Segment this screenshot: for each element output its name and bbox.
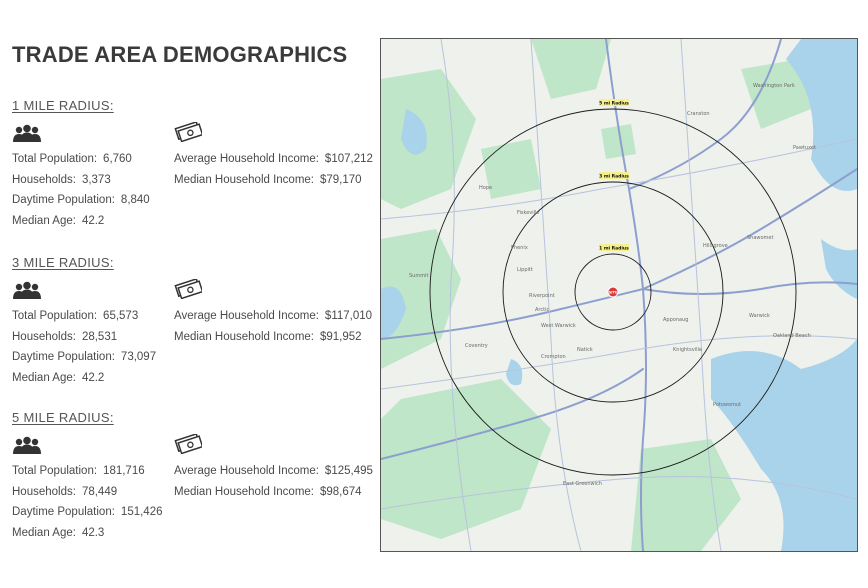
median-age-row: Median Age: 42.2 — [12, 215, 104, 227]
people-group-icon — [13, 281, 41, 299]
stat-label: Average Household Income: — [174, 153, 319, 165]
section-heading: 1 MILE RADIUS: — [12, 98, 114, 113]
money-bills-icon — [174, 122, 202, 142]
stat-value: $125,495 — [324, 465, 373, 477]
place-label: Arctic — [535, 307, 549, 313]
page-title: TRADE AREA DEMOGRAPHICS — [12, 42, 348, 67]
stat-value: 42.2 — [81, 215, 105, 227]
stat-value: 8,840 — [120, 194, 150, 206]
stat-label: Median Age: — [12, 527, 76, 539]
stat-value: $98,674 — [320, 486, 362, 498]
place-label: Summit — [409, 273, 428, 279]
section-heading: 3 MILE RADIUS: — [12, 255, 114, 270]
stat-label: Average Household Income: — [174, 465, 319, 477]
stat-label: Households: — [12, 331, 76, 343]
stat-value: $91,952 — [320, 331, 362, 343]
total-population-row: Total Population: 6,760 — [12, 153, 132, 165]
place-label: Coventry — [465, 343, 488, 349]
place-label: Hillsgrove — [703, 243, 728, 249]
households-row: Households: 28,531 — [12, 331, 117, 343]
total-population-row: Total Population: 181,716 — [12, 465, 145, 477]
stat-value: 65,573 — [103, 310, 139, 322]
place-label: Phenix — [511, 245, 528, 251]
section-heading: 5 MILE RADIUS: — [12, 410, 114, 425]
place-label: West Warwick — [541, 323, 576, 329]
place-label: Natick — [577, 347, 593, 353]
average-income-row: Average Household Income: $125,495 — [174, 465, 373, 477]
stat-value: 151,426 — [120, 506, 163, 518]
stat-value: $107,212 — [324, 153, 373, 165]
people-group-icon — [13, 436, 41, 454]
place-label: Potowomut — [713, 402, 741, 408]
stat-value: 78,449 — [81, 486, 118, 498]
money-bills-icon — [174, 279, 202, 299]
stat-value: 73,097 — [120, 351, 157, 363]
median-age-row: Median Age: 42.3 — [12, 527, 104, 539]
stat-value: 28,531 — [81, 331, 118, 343]
site-pin-icon[interactable]: SITE — [607, 286, 619, 298]
stat-label: Median Household Income: — [174, 331, 314, 343]
daytime-population-row: Daytime Population: 73,097 — [12, 351, 156, 363]
stat-value: 181,716 — [103, 465, 145, 477]
median-income-row: Median Household Income: $98,674 — [174, 486, 362, 498]
stat-label: Daytime Population: — [12, 194, 115, 206]
stat-label: Median Household Income: — [174, 486, 314, 498]
place-label: Oakland Beach — [773, 333, 811, 339]
site-label: SITE — [609, 291, 618, 295]
stat-value: $79,170 — [320, 174, 362, 186]
stat-label: Total Population: — [12, 310, 98, 322]
stat-label: Total Population: — [12, 465, 98, 477]
stat-label: Total Population: — [12, 153, 98, 165]
ring-label-3: 3 mi Radius — [599, 174, 629, 180]
ring-label-5: 5 mi Radius — [599, 101, 629, 107]
place-label: Crompton — [541, 354, 566, 360]
radius-section-5-mile: 5 MILE RADIUS: Total Population: 181,716 … — [12, 410, 373, 550]
ring-label-1: 1 mi Radius — [599, 246, 629, 252]
median-income-row: Median Household Income: $79,170 — [174, 174, 362, 186]
stat-label: Median Age: — [12, 215, 76, 227]
stat-label: Daytime Population: — [12, 506, 115, 518]
stat-label: Households: — [12, 486, 76, 498]
place-label: Pawtuxet — [793, 145, 816, 151]
place-label: Warwick — [749, 313, 770, 319]
place-label: Knightsville — [673, 347, 702, 353]
stat-label: Median Household Income: — [174, 174, 314, 186]
average-income-row: Average Household Income: $107,212 — [174, 153, 373, 165]
place-label: Cranston — [687, 111, 710, 117]
place-label: Fiskeville — [517, 210, 540, 216]
trade-area-map[interactable]: 1 mi Radius 3 mi Radius 5 mi Radius Cran… — [380, 38, 858, 552]
radius-section-1-mile: 1 MILE RADIUS: Total Population: 6,760 Ho… — [12, 98, 373, 238]
people-group-icon — [13, 124, 41, 142]
total-population-row: Total Population: 65,573 — [12, 310, 138, 322]
daytime-population-row: Daytime Population: 8,840 — [12, 194, 150, 206]
stat-value: 6,760 — [103, 153, 132, 165]
daytime-population-row: Daytime Population: 151,426 — [12, 506, 163, 518]
place-label: Hope — [479, 185, 492, 191]
stat-value: 42.2 — [81, 372, 105, 384]
average-income-row: Average Household Income: $117,010 — [174, 310, 372, 322]
stat-label: Median Age: — [12, 372, 76, 384]
households-row: Households: 3,373 — [12, 174, 111, 186]
place-label: Washington Park — [753, 83, 795, 89]
place-label: Lippitt — [517, 267, 533, 273]
place-label: Shawomet — [747, 235, 774, 241]
stat-label: Households: — [12, 174, 76, 186]
median-income-row: Median Household Income: $91,952 — [174, 331, 362, 343]
households-row: Households: 78,449 — [12, 486, 117, 498]
place-label: East Greenwich — [563, 481, 602, 487]
stat-value: 3,373 — [81, 174, 111, 186]
map-canvas[interactable]: 1 mi Radius 3 mi Radius 5 mi Radius Cran… — [381, 39, 857, 551]
stat-value: $117,010 — [324, 310, 373, 322]
radius-section-3-mile: 3 MILE RADIUS: Total Population: 65,573 H… — [12, 255, 372, 395]
median-age-row: Median Age: 42.2 — [12, 372, 104, 384]
stat-value: 42.3 — [81, 527, 105, 539]
stat-label: Average Household Income: — [174, 310, 319, 322]
money-bills-icon — [174, 434, 202, 454]
place-label: Riverpoint — [529, 293, 555, 299]
place-label: Apponaug — [663, 317, 688, 323]
stat-label: Daytime Population: — [12, 351, 115, 363]
